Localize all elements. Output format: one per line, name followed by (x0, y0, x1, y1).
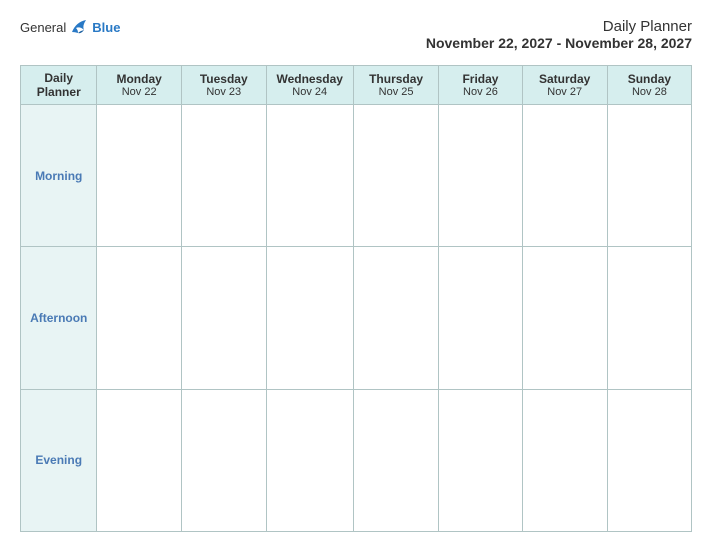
sunday-name: Sunday (612, 72, 687, 86)
col-header-friday: Friday Nov 26 (439, 66, 522, 105)
logo-area: General Blue (20, 18, 120, 36)
evening-monday-cell[interactable] (97, 389, 181, 531)
label-col-name: Daily Planner (25, 71, 92, 99)
col-header-monday: Monday Nov 22 (97, 66, 181, 105)
row-afternoon: Afternoon (21, 247, 692, 389)
morning-saturday-cell[interactable] (522, 105, 607, 247)
row-morning: Morning (21, 105, 692, 247)
wednesday-date: Nov 24 (271, 86, 349, 98)
col-header-tuesday: Tuesday Nov 23 (181, 66, 266, 105)
afternoon-wednesday-cell[interactable] (266, 247, 353, 389)
morning-sunday-cell[interactable] (607, 105, 691, 247)
afternoon-saturday-cell[interactable] (522, 247, 607, 389)
logo-bird-icon (68, 18, 90, 36)
friday-name: Friday (443, 72, 517, 86)
logo-general-text: General (20, 20, 66, 35)
afternoon-friday-cell[interactable] (439, 247, 522, 389)
col-header-thursday: Thursday Nov 25 (353, 66, 439, 105)
logo: General Blue (20, 18, 120, 36)
col-header-sunday: Sunday Nov 28 (607, 66, 691, 105)
col-header-saturday: Saturday Nov 27 (522, 66, 607, 105)
afternoon-sunday-cell[interactable] (607, 247, 691, 389)
morning-wednesday-cell[interactable] (266, 105, 353, 247)
evening-wednesday-cell[interactable] (266, 389, 353, 531)
morning-thursday-cell[interactable] (353, 105, 439, 247)
afternoon-thursday-cell[interactable] (353, 247, 439, 389)
afternoon-label: Afternoon (21, 247, 97, 389)
planner-date-range: November 22, 2027 - November 28, 2027 (426, 35, 692, 51)
morning-monday-cell[interactable] (97, 105, 181, 247)
planner-title: Daily Planner (426, 18, 692, 35)
tuesday-name: Tuesday (186, 72, 262, 86)
saturday-name: Saturday (527, 72, 603, 86)
morning-friday-cell[interactable] (439, 105, 522, 247)
evening-label: Evening (21, 389, 97, 531)
sunday-date: Nov 28 (612, 86, 687, 98)
title-area: Daily Planner November 22, 2027 - Novemb… (426, 18, 692, 51)
header-row: Daily Planner Monday Nov 22 Tuesday Nov … (21, 66, 692, 105)
planner-table: Daily Planner Monday Nov 22 Tuesday Nov … (20, 65, 692, 532)
logo-blue-text: Blue (92, 20, 120, 35)
monday-name: Monday (101, 72, 176, 86)
evening-saturday-cell[interactable] (522, 389, 607, 531)
wednesday-name: Wednesday (271, 72, 349, 86)
daily-planner-page: General Blue Daily Planner November 22, … (0, 0, 712, 550)
tuesday-date: Nov 23 (186, 86, 262, 98)
col-header-label: Daily Planner (21, 66, 97, 105)
header: General Blue Daily Planner November 22, … (20, 18, 692, 51)
morning-tuesday-cell[interactable] (181, 105, 266, 247)
evening-thursday-cell[interactable] (353, 389, 439, 531)
afternoon-tuesday-cell[interactable] (181, 247, 266, 389)
evening-tuesday-cell[interactable] (181, 389, 266, 531)
evening-friday-cell[interactable] (439, 389, 522, 531)
morning-label: Morning (21, 105, 97, 247)
thursday-name: Thursday (358, 72, 435, 86)
friday-date: Nov 26 (443, 86, 517, 98)
thursday-date: Nov 25 (358, 86, 435, 98)
row-evening: Evening (21, 389, 692, 531)
evening-sunday-cell[interactable] (607, 389, 691, 531)
saturday-date: Nov 27 (527, 86, 603, 98)
monday-date: Nov 22 (101, 86, 176, 98)
col-header-wednesday: Wednesday Nov 24 (266, 66, 353, 105)
afternoon-monday-cell[interactable] (97, 247, 181, 389)
